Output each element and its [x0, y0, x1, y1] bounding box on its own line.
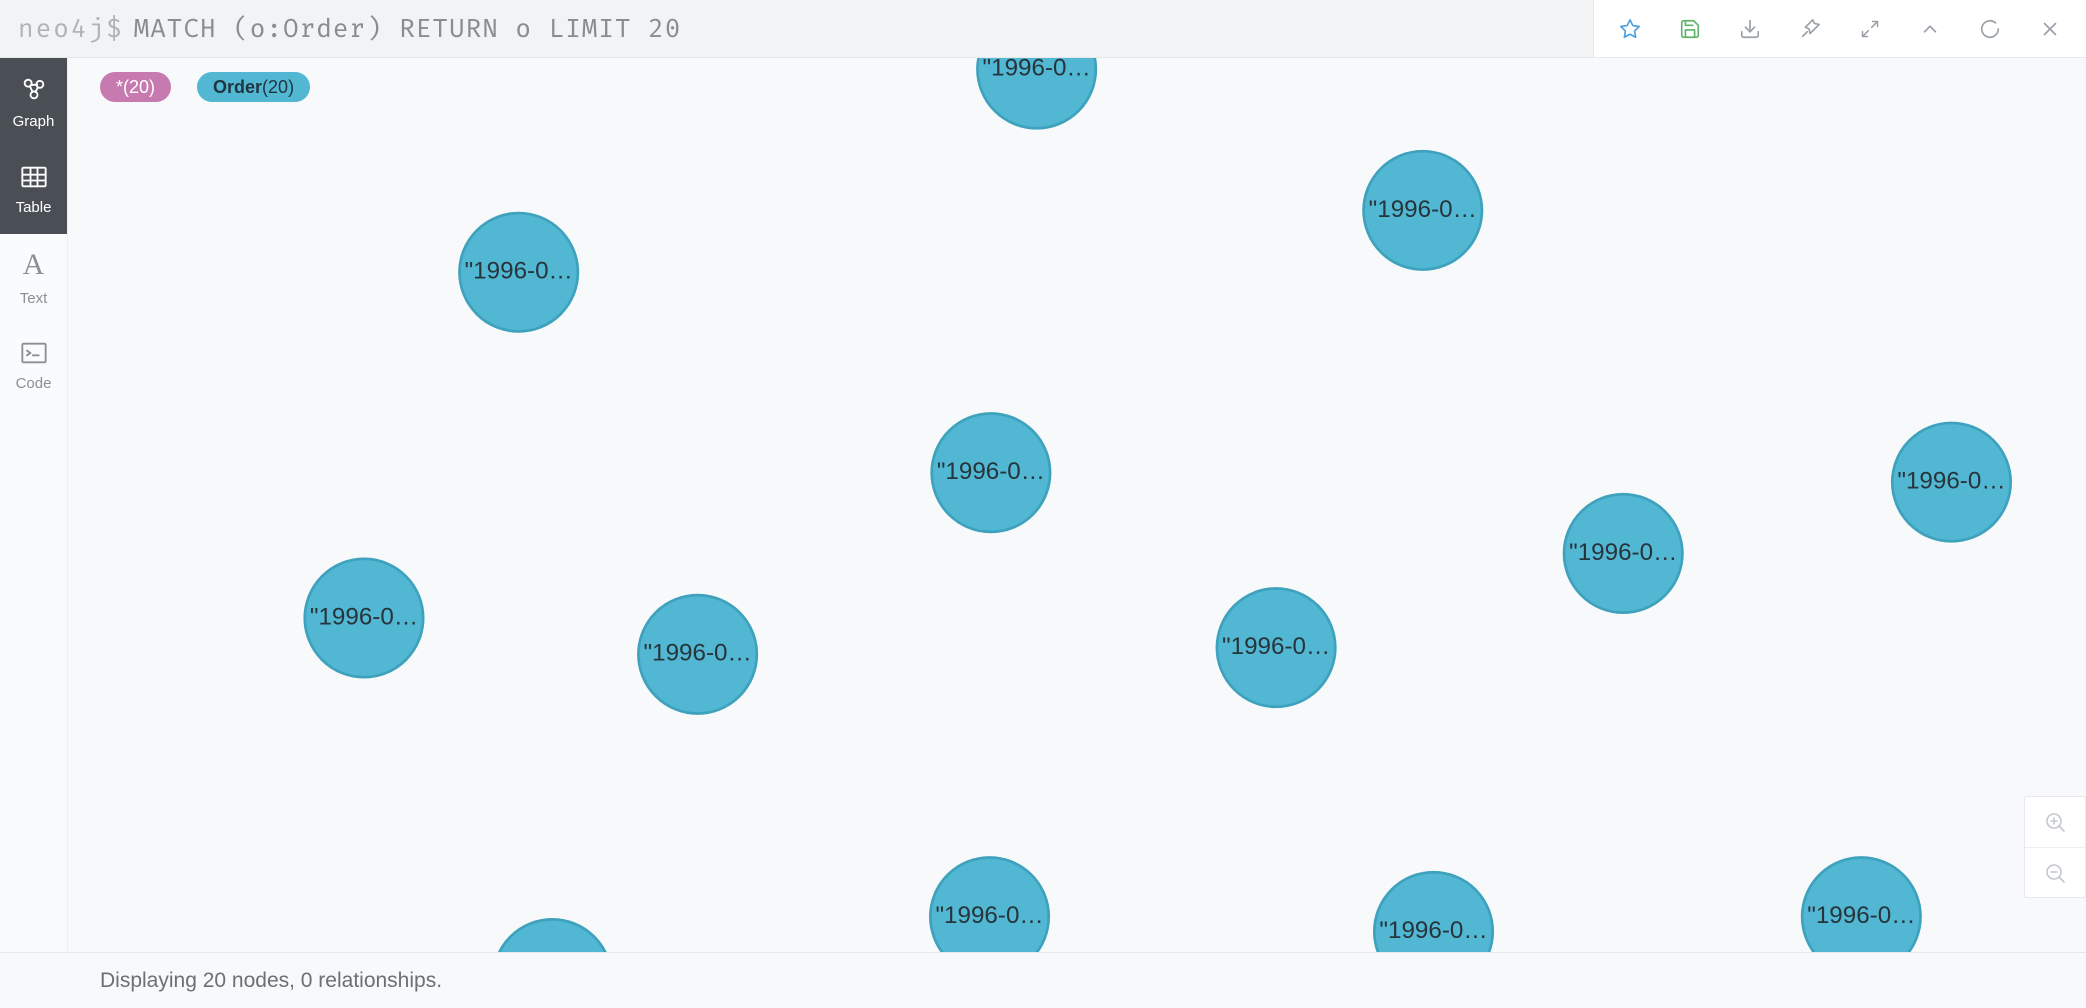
- pin-icon: [1799, 18, 1821, 40]
- chevron-up-icon: [1919, 18, 1941, 40]
- graph-node[interactable]: "1996-0…: [930, 857, 1048, 952]
- status-text: Displaying 20 nodes, 0 relationships.: [100, 969, 442, 993]
- chip-all-label: *(20): [116, 77, 155, 98]
- graph-canvas[interactable]: *(20) Order(20) "1996-0…"1996-0…"1996-0……: [68, 58, 2086, 952]
- query-prompt: neo4j$: [18, 13, 124, 44]
- graph-node[interactable]: "1996-0…: [1217, 588, 1335, 706]
- tab-table[interactable]: Table: [0, 146, 67, 234]
- zoom-in-icon: [2043, 810, 2067, 834]
- result-view-tabs: Graph Table A Text Code: [0, 58, 68, 952]
- graph-node[interactable]: "1996-0…: [1892, 423, 2010, 541]
- scroll-up-button[interactable]: [1900, 0, 1960, 57]
- rerun-button[interactable]: [1960, 0, 2020, 57]
- app: neo4j$ MATCH (o:Order) RETURN o LIMIT 20: [0, 0, 2086, 1008]
- graph-node[interactable]: "1996-0…: [1374, 872, 1492, 952]
- zoom-controls: [2024, 796, 2086, 898]
- save-icon: [1679, 18, 1701, 40]
- status-bar: Displaying 20 nodes, 0 relationships.: [0, 952, 2086, 1008]
- tab-text[interactable]: A Text: [0, 234, 67, 322]
- zoom-out-button[interactable]: [2025, 847, 2085, 897]
- tab-code[interactable]: Code: [0, 322, 67, 410]
- tab-graph[interactable]: Graph: [0, 58, 67, 146]
- tab-code-label: Code: [16, 375, 52, 392]
- chip-all[interactable]: *(20): [100, 72, 171, 102]
- graph-svg[interactable]: "1996-0… "1996-0… "1996-0… "1996-0… "1996-0……: [68, 58, 2086, 952]
- pin-button[interactable]: [1780, 0, 1840, 57]
- expand-button[interactable]: [1840, 0, 1900, 57]
- star-icon: [1619, 18, 1641, 40]
- zoom-out-icon: [2043, 861, 2067, 885]
- expand-icon: [1860, 19, 1880, 39]
- zoom-in-button[interactable]: [2025, 797, 2085, 847]
- close-button[interactable]: [2020, 0, 2080, 57]
- graph-node[interactable]: "1996-0…: [1802, 857, 1920, 952]
- chip-order[interactable]: Order(20): [197, 72, 310, 102]
- label-chips: *(20) Order(20): [100, 72, 310, 102]
- graph-node[interactable]: "1996-0…: [977, 58, 1095, 128]
- graph-icon: [20, 75, 48, 103]
- tab-text-label: Text: [20, 290, 48, 307]
- tab-graph-label: Graph: [13, 113, 55, 130]
- refresh-icon: [1979, 18, 2001, 40]
- download-icon: [1739, 18, 1761, 40]
- graph-node[interactable]: "1996-0…: [1364, 151, 1482, 269]
- code-icon: [20, 341, 48, 365]
- query-actions: [1594, 0, 2086, 57]
- main: Graph Table A Text Code *(20) Order(: [0, 58, 2086, 952]
- query-text: MATCH (o:Order) RETURN o LIMIT 20: [134, 13, 682, 44]
- download-button[interactable]: [1720, 0, 1780, 57]
- graph-node[interactable]: "1996-0…: [1564, 494, 1682, 612]
- close-icon: [2039, 18, 2061, 40]
- graph-node[interactable]: "1996-0…: [305, 559, 423, 677]
- save-button[interactable]: [1660, 0, 1720, 57]
- table-icon: [20, 165, 48, 189]
- tab-table-label: Table: [16, 199, 52, 216]
- chip-order-bold: Order: [213, 77, 262, 98]
- graph-node[interactable]: "1996-0…: [638, 595, 756, 713]
- graph-node[interactable]: "1996-0…: [459, 213, 577, 331]
- graph-node[interactable]: "1996-0…: [493, 919, 611, 952]
- text-icon: A: [23, 250, 45, 280]
- favorite-button[interactable]: [1600, 0, 1660, 57]
- chip-order-count: (20): [262, 77, 294, 98]
- graph-node[interactable]: "1996-0…: [932, 414, 1050, 532]
- query-bar: neo4j$ MATCH (o:Order) RETURN o LIMIT 20: [0, 0, 2086, 58]
- query-input[interactable]: neo4j$ MATCH (o:Order) RETURN o LIMIT 20: [0, 0, 1594, 57]
